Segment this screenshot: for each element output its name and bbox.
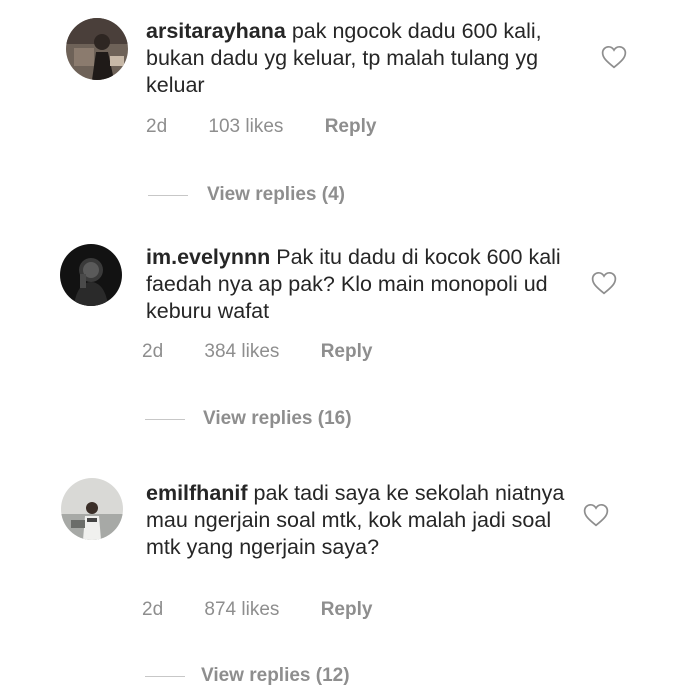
replies-divider bbox=[148, 195, 188, 196]
reply-button[interactable]: Reply bbox=[321, 341, 373, 362]
view-replies-button[interactable]: View replies (4) bbox=[207, 184, 345, 206]
avatar-photo bbox=[61, 478, 123, 540]
heart-outline-icon[interactable] bbox=[583, 503, 609, 527]
avatar[interactable] bbox=[60, 244, 122, 306]
comment-text: emilfhanif pak tadi saya ke sekolah niat… bbox=[146, 480, 566, 561]
comment-text: arsitarayhana pak ngocok dadu 600 kali, … bbox=[146, 18, 566, 99]
likes-count[interactable]: 874 likes bbox=[204, 599, 279, 620]
likes-count[interactable]: 103 likes bbox=[208, 116, 283, 137]
view-replies-button[interactable]: View replies (16) bbox=[203, 408, 352, 430]
reply-button[interactable]: Reply bbox=[325, 116, 377, 137]
heart-outline-icon[interactable] bbox=[591, 271, 617, 295]
reply-button[interactable]: Reply bbox=[321, 599, 373, 620]
comment-meta: 2d 874 likes Reply bbox=[142, 599, 408, 621]
username[interactable]: im.evelynnn bbox=[146, 245, 270, 269]
comment-text: im.evelynnn Pak itu dadu di kocok 600 ka… bbox=[146, 244, 566, 325]
replies-divider bbox=[145, 676, 185, 677]
username[interactable]: arsitarayhana bbox=[146, 19, 286, 43]
avatar[interactable] bbox=[66, 18, 128, 80]
avatar-photo bbox=[66, 18, 128, 80]
username[interactable]: emilfhanif bbox=[146, 481, 248, 505]
comment-meta: 2d 103 likes Reply bbox=[146, 116, 412, 138]
heart-outline-icon[interactable] bbox=[601, 45, 627, 69]
avatar[interactable] bbox=[61, 478, 123, 540]
likes-count[interactable]: 384 likes bbox=[204, 341, 279, 362]
comment-time: 2d bbox=[146, 116, 168, 137]
avatar-photo bbox=[60, 244, 122, 306]
comment-time: 2d bbox=[142, 599, 164, 620]
comment-time: 2d bbox=[142, 341, 164, 362]
comment-meta: 2d 384 likes Reply bbox=[142, 341, 408, 363]
view-replies-button[interactable]: View replies (12) bbox=[201, 665, 350, 687]
replies-divider bbox=[145, 419, 185, 420]
